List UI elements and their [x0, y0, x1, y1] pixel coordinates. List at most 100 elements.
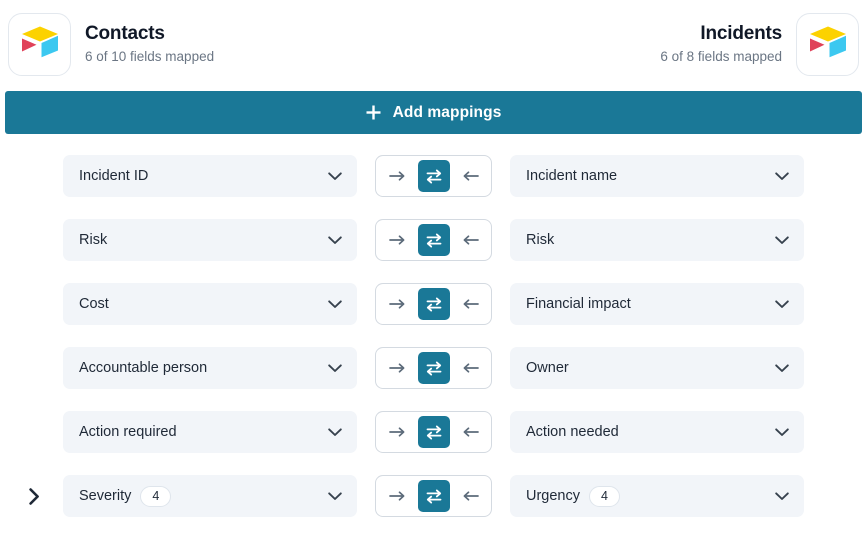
mapping-direction-toggle: [375, 219, 492, 261]
target-app-header: Incidents 6 of 8 fields mapped: [660, 12, 859, 76]
source-field-count-badge: 4: [140, 485, 172, 507]
direction-bidirectional-button[interactable]: [417, 224, 450, 256]
arrows-bidirectional-icon: [425, 425, 443, 440]
direction-bidirectional-button[interactable]: [417, 480, 450, 512]
source-field-select[interactable]: Accountable person: [63, 347, 357, 389]
target-field-label: Risk: [526, 232, 555, 248]
target-field-select[interactable]: Action needed: [510, 411, 804, 453]
chevron-down-icon: [327, 168, 343, 184]
chevron-down-icon: [327, 232, 343, 248]
target-field-select[interactable]: Urgency 4: [510, 475, 804, 517]
direction-forward-button[interactable]: [382, 480, 412, 512]
field-mapping-screen: Contacts 6 of 10 fields mapped Incidents…: [0, 0, 867, 534]
source-field-label: Severity: [79, 488, 132, 504]
target-field-select[interactable]: Financial impact: [510, 283, 804, 325]
source-field-label: Cost: [79, 296, 109, 312]
mapping-row: Incident ID Incident name: [0, 155, 867, 219]
arrows-bidirectional-icon: [425, 297, 443, 312]
source-app-logo-tile: [8, 12, 71, 76]
add-mappings-label: Add mappings: [392, 103, 502, 121]
mapping-direction-toggle: [375, 155, 492, 197]
source-field-select[interactable]: Action required: [63, 411, 357, 453]
mapping-header: Contacts 6 of 10 fields mapped Incidents…: [0, 0, 867, 88]
direction-backward-button[interactable]: [455, 224, 485, 256]
source-app-titles: Contacts 6 of 10 fields mapped: [85, 23, 214, 65]
airtable-logo-icon: [809, 25, 847, 63]
target-field-label: Urgency: [526, 488, 580, 504]
arrow-left-icon: [462, 362, 479, 374]
source-field-label: Accountable person: [79, 360, 208, 376]
mapping-row: Cost Financial impact: [0, 283, 867, 347]
direction-backward-button[interactable]: [455, 160, 485, 192]
target-field-label: Owner: [526, 360, 569, 376]
target-field-label: Financial impact: [526, 296, 631, 312]
mapping-row: Accountable person Owner: [0, 347, 867, 411]
mapping-direction-toggle: [375, 283, 492, 325]
mapping-direction-toggle: [375, 411, 492, 453]
target-field-select[interactable]: Incident name: [510, 155, 804, 197]
plus-icon: [366, 105, 381, 120]
direction-forward-button[interactable]: [382, 416, 412, 448]
source-field-select[interactable]: Severity 4: [63, 475, 357, 517]
target-app-logo-tile: [796, 12, 859, 76]
mapping-rows-list: Incident ID Incident name Risk Risk Cost Fina…: [0, 155, 867, 534]
chevron-down-icon: [327, 360, 343, 376]
mapping-direction-toggle: [375, 475, 492, 517]
direction-forward-button[interactable]: [382, 288, 412, 320]
source-field-label: Risk: [79, 232, 108, 248]
direction-forward-button[interactable]: [382, 224, 412, 256]
arrow-left-icon: [462, 490, 479, 502]
source-app-header: Contacts 6 of 10 fields mapped: [8, 12, 214, 76]
direction-bidirectional-button[interactable]: [417, 416, 450, 448]
arrows-bidirectional-icon: [425, 361, 443, 376]
arrows-bidirectional-icon: [425, 489, 443, 504]
target-field-select[interactable]: Owner: [510, 347, 804, 389]
direction-backward-button[interactable]: [455, 416, 485, 448]
chevron-down-icon: [774, 296, 790, 312]
direction-bidirectional-button[interactable]: [417, 160, 450, 192]
mapping-row: Risk Risk: [0, 219, 867, 283]
arrow-left-icon: [462, 298, 479, 310]
arrow-left-icon: [462, 426, 479, 438]
mapping-direction-toggle: [375, 347, 492, 389]
target-field-select[interactable]: Risk: [510, 219, 804, 261]
mapping-row: Action required Action needed: [0, 411, 867, 475]
arrow-right-icon: [388, 362, 406, 374]
source-field-select[interactable]: Risk: [63, 219, 357, 261]
arrow-right-icon: [388, 490, 406, 502]
chevron-down-icon: [774, 488, 790, 504]
direction-backward-button[interactable]: [455, 480, 485, 512]
source-fields-mapped-status: 6 of 10 fields mapped: [85, 49, 215, 64]
arrow-left-icon: [462, 234, 479, 246]
source-field-label: Action required: [79, 424, 177, 440]
direction-forward-button[interactable]: [382, 160, 412, 192]
source-app-title: Contacts: [85, 23, 165, 44]
mapping-row: Severity 4 Urgency 4: [0, 475, 867, 534]
source-field-label: Incident ID: [79, 168, 149, 184]
direction-backward-button[interactable]: [455, 288, 485, 320]
arrow-right-icon: [388, 234, 406, 246]
chevron-right-icon[interactable]: [24, 485, 44, 507]
chevron-down-icon: [327, 424, 343, 440]
target-field-count-badge: 4: [589, 485, 620, 507]
arrows-bidirectional-icon: [425, 169, 443, 184]
chevron-down-icon: [327, 488, 343, 504]
arrow-right-icon: [388, 170, 406, 182]
chevron-down-icon: [327, 296, 343, 312]
chevron-down-icon: [774, 424, 790, 440]
direction-backward-button[interactable]: [455, 352, 485, 384]
direction-bidirectional-button[interactable]: [417, 352, 450, 384]
target-field-label: Incident name: [526, 168, 618, 184]
source-field-select[interactable]: Cost: [63, 283, 357, 325]
target-app-titles: Incidents 6 of 8 fields mapped: [660, 23, 782, 65]
chevron-down-icon: [774, 360, 790, 376]
target-app-title: Incidents: [700, 23, 782, 44]
chevron-down-icon: [774, 232, 790, 248]
airtable-logo-icon: [21, 25, 59, 63]
arrow-right-icon: [388, 298, 406, 310]
source-field-select[interactable]: Incident ID: [63, 155, 357, 197]
add-mappings-button[interactable]: Add mappings: [5, 91, 862, 134]
direction-forward-button[interactable]: [382, 352, 412, 384]
arrow-left-icon: [462, 170, 479, 182]
direction-bidirectional-button[interactable]: [417, 288, 450, 320]
